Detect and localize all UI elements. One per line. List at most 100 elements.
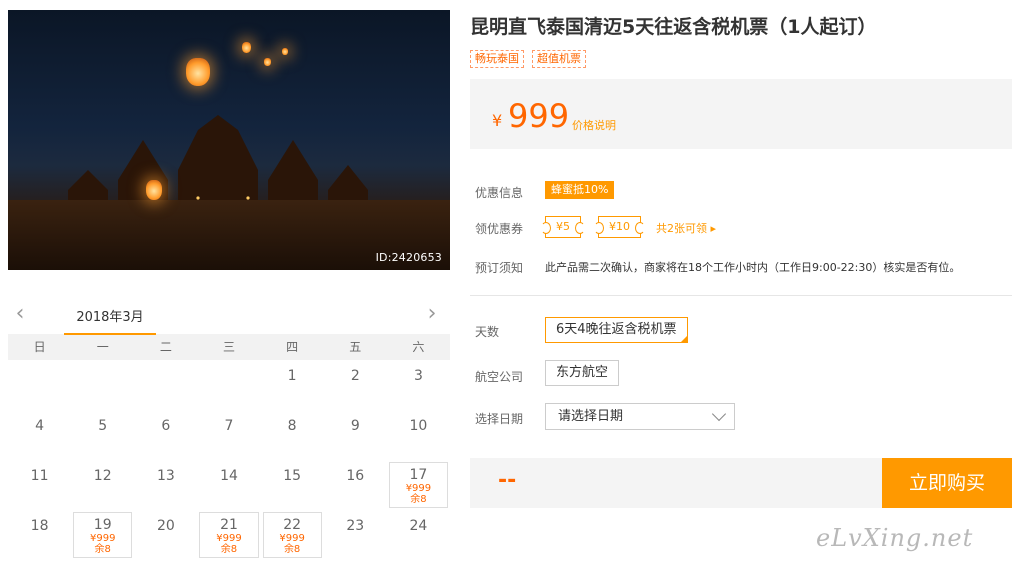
price-amount: 999	[508, 97, 570, 135]
sky-lantern	[186, 58, 210, 86]
weekday-label: 四	[286, 340, 299, 354]
calendar-day-empty	[71, 360, 134, 410]
calendar-day[interactable]: 10	[387, 410, 450, 460]
chevron-down-icon	[711, 406, 727, 422]
sky-lantern	[282, 48, 288, 55]
day-number: 15	[283, 468, 302, 484]
calendar-day[interactable]: 22 ¥999 余8	[262, 512, 322, 558]
day-number: 18	[30, 518, 49, 534]
calendar-day[interactable]: 8	[261, 410, 324, 460]
calendar-day[interactable]: 18	[8, 510, 71, 560]
day-price: ¥999	[216, 533, 242, 544]
day-price: ¥999	[405, 483, 432, 494]
coupon-5[interactable]: ¥5	[541, 216, 585, 238]
day-number: 13	[156, 468, 175, 484]
calendar-day[interactable]: 24	[387, 510, 450, 560]
day-number: 10	[409, 418, 428, 434]
day-number: 23	[346, 518, 365, 534]
day-number: 4	[35, 418, 45, 434]
calendar-day[interactable]: 20	[134, 510, 197, 560]
day-number: 21	[220, 517, 238, 533]
day-number: 14	[220, 468, 238, 484]
divider	[470, 295, 1012, 296]
price-box: ¥ 999 价格说明	[470, 79, 1012, 149]
calendar-day[interactable]: 6	[134, 410, 197, 460]
coupon-10[interactable]: ¥10	[594, 216, 645, 238]
day-price: ¥999	[89, 533, 116, 544]
product-title: 昆明直飞泰国清迈5天往返含税机票（1人起订）	[470, 16, 877, 38]
calendar-day[interactable]: 17 ¥999 余8	[388, 462, 448, 508]
calendar-day[interactable]: 9	[324, 410, 387, 460]
price-note-link[interactable]: 价格说明	[572, 117, 616, 133]
weekday-label: 三	[222, 340, 235, 354]
calendar-day[interactable]: 11	[8, 460, 71, 510]
day-number: 1	[287, 368, 297, 384]
day-number: 3	[413, 368, 423, 384]
date-select[interactable]: 请选择日期	[545, 403, 735, 430]
calendar-day[interactable]: 2	[324, 360, 387, 410]
product-photo: ID:2420653	[8, 10, 450, 270]
calendar-day[interactable]: 7	[197, 410, 260, 460]
days-option-selected[interactable]: 6天4晚往返含税机票	[545, 317, 688, 343]
day-number: 17	[409, 467, 428, 483]
days-label: 天数	[475, 325, 500, 339]
calendar-day[interactable]: 19 ¥999 余8	[73, 512, 133, 558]
tag: 畅玩泰国	[470, 50, 524, 68]
next-month-icon[interactable]: ›	[422, 303, 442, 326]
buy-bar: -- 立即购买	[470, 458, 1012, 508]
day-number: 22	[283, 517, 302, 533]
day-number: 19	[93, 517, 112, 533]
calendar-day[interactable]: 5	[71, 410, 134, 460]
prev-month-icon[interactable]: ‹	[10, 303, 30, 326]
coupon-more-link[interactable]: 共2张可领 ▸	[656, 220, 716, 236]
weekday-label: 二	[159, 340, 172, 354]
weekday-label: 一	[96, 340, 109, 354]
day-number: 8	[287, 418, 297, 434]
buy-now-button[interactable]: 立即购买	[882, 458, 1012, 508]
sky-lantern	[264, 58, 271, 66]
weekday-row: 日 一 二 三 四 五 六	[8, 334, 450, 360]
day-number: 2	[350, 368, 360, 384]
calendar-day-empty	[134, 360, 197, 410]
calendar-header: ‹ 2018年3月 ›	[8, 296, 450, 335]
calendar-day[interactable]: 21 ¥999 余8	[199, 512, 259, 558]
weekday-label: 日	[33, 340, 46, 354]
calendar-day[interactable]: 4	[8, 410, 71, 460]
date-label: 选择日期	[475, 412, 524, 426]
currency-symbol: ¥	[492, 111, 503, 130]
calendar-day[interactable]: 16	[324, 460, 387, 510]
airline-option[interactable]: 东方航空	[545, 360, 620, 386]
day-price: ¥999	[279, 533, 305, 544]
day-number: 24	[409, 518, 428, 534]
tag: 超值机票	[532, 50, 586, 68]
day-number: 9	[350, 418, 360, 434]
day-number: 12	[93, 468, 112, 484]
calendar-grid: 1 2 3 4 5 6 7 8 9 10 11 12 13 14 15 16 17 ¥999 余8 18 19 ¥999 余…	[8, 360, 450, 560]
day-stock: 余8	[220, 544, 238, 555]
calendar-day[interactable]: 1	[261, 360, 324, 410]
calendar-day[interactable]: 12	[71, 460, 134, 510]
watermark: eLvXing.net	[816, 524, 974, 552]
product-tags: 畅玩泰国 超值机票	[470, 50, 586, 68]
sky-lantern	[146, 180, 162, 200]
airline-label: 航空公司	[475, 370, 524, 384]
day-number: 20	[156, 518, 175, 534]
day-number: 5	[98, 418, 108, 434]
day-number: 6	[161, 418, 171, 434]
calendar-day[interactable]: 3	[387, 360, 450, 410]
calendar-day[interactable]: 23	[324, 510, 387, 560]
calendar-day[interactable]: 14	[197, 460, 260, 510]
notice-text: 此产品需二次确认，商家将在18个工作小时内（工作日9:00-22:30）核实是否…	[545, 261, 961, 274]
image-id: ID:2420653	[375, 251, 442, 264]
date-select-value: 请选择日期	[558, 409, 624, 424]
sky-lantern	[242, 42, 251, 53]
day-stock: 余8	[283, 544, 301, 555]
calendar-day[interactable]: 15	[261, 460, 324, 510]
notice-label: 预订须知	[475, 261, 524, 275]
calendar-day-empty	[8, 360, 71, 410]
day-number: 11	[30, 468, 49, 484]
day-stock: 余8	[94, 544, 111, 555]
coupon-label: 领优惠券	[475, 222, 524, 236]
calendar-day[interactable]: 13	[134, 460, 197, 510]
promo-label: 优惠信息	[475, 186, 524, 200]
